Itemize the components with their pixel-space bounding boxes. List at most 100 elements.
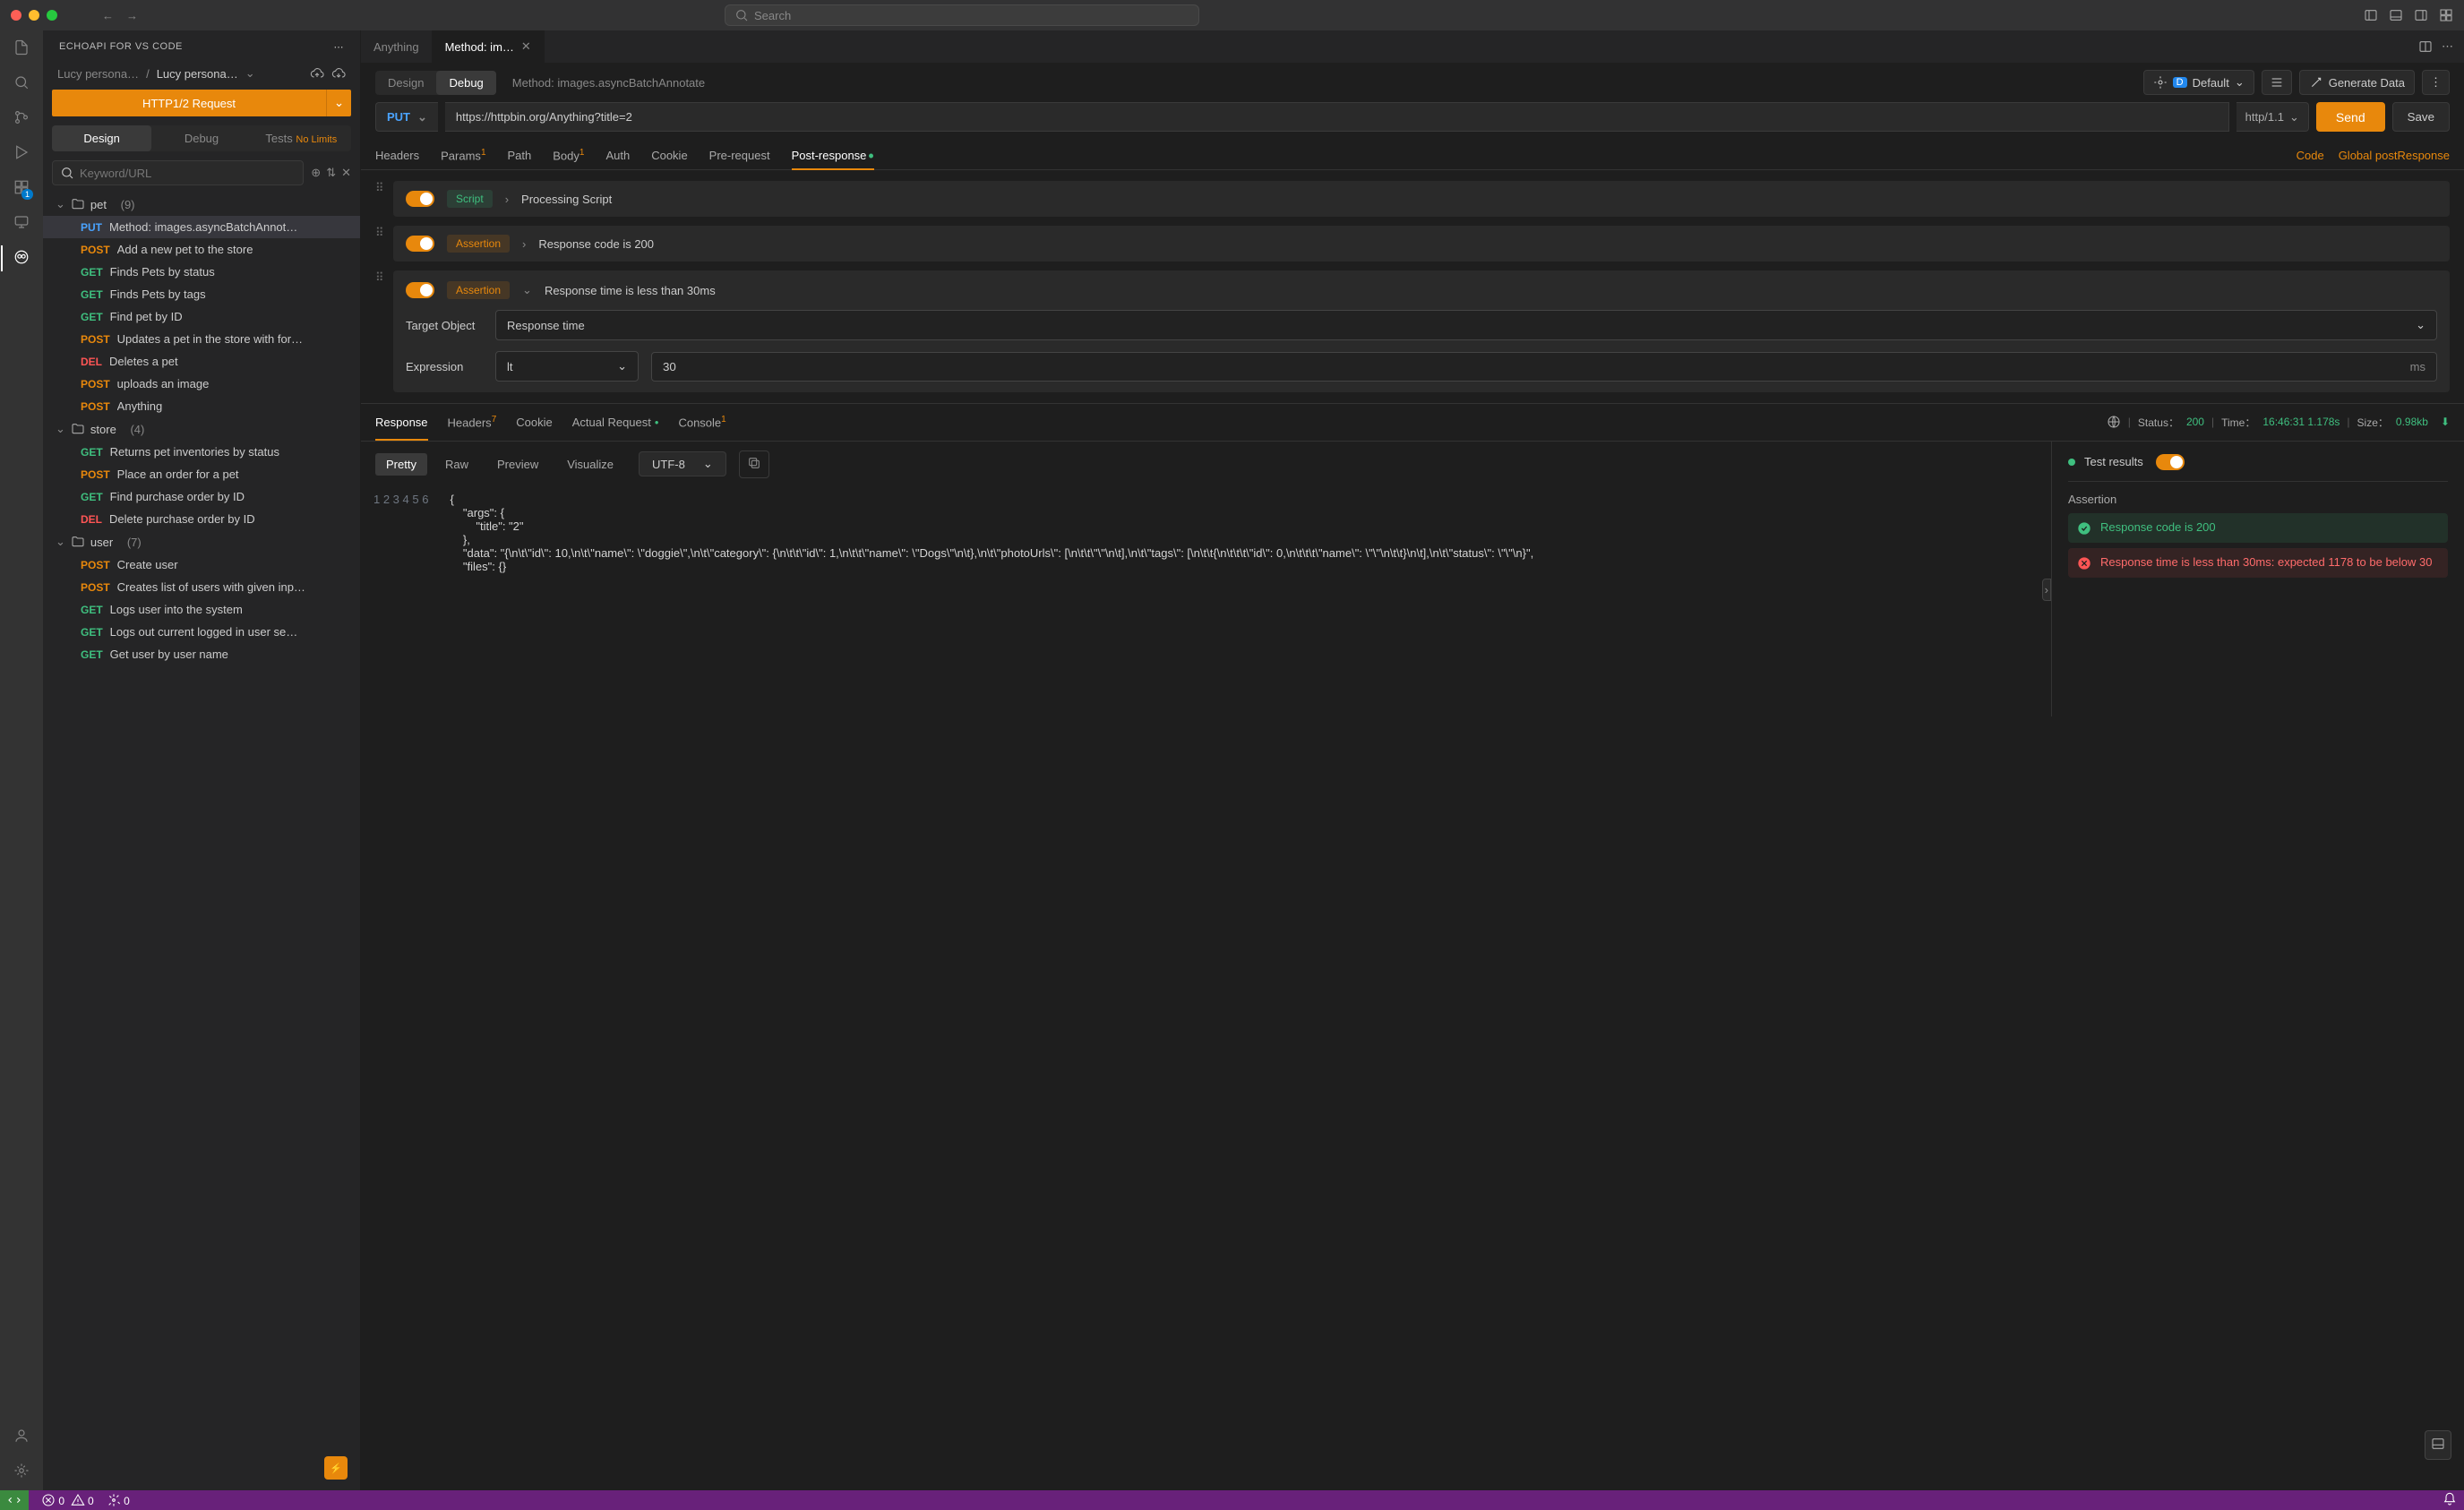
code-link[interactable]: Code: [2297, 149, 2324, 162]
remote-explorer-icon[interactable]: [13, 214, 30, 233]
resp-tab-console[interactable]: Console1: [678, 411, 725, 433]
test-results-toggle[interactable]: [2156, 454, 2185, 470]
tree-item[interactable]: GETGet user by user name: [43, 643, 360, 665]
tree-item[interactable]: POSTuploads an image: [43, 373, 360, 395]
tab-params[interactable]: Params1: [441, 141, 485, 169]
cloud-download-icon[interactable]: [331, 66, 346, 81]
editor-tab-method-im[interactable]: Method: im…✕: [433, 30, 545, 63]
layout-toggle-button[interactable]: [2425, 1430, 2451, 1460]
protocol-select[interactable]: http/1.1 ⌄: [2236, 102, 2309, 132]
resp-tab-cookie[interactable]: Cookie: [516, 412, 552, 433]
toggle-panel-right-icon[interactable]: [2414, 8, 2428, 22]
tree-folder-user[interactable]: ⌄ user (7): [43, 530, 360, 553]
tree-item[interactable]: POSTCreates list of users with given inp…: [43, 576, 360, 598]
toggle-panel-left-icon[interactable]: [2364, 8, 2378, 22]
sidebar-tab-debug[interactable]: Debug: [151, 125, 251, 151]
assertion-value-input[interactable]: [652, 353, 2400, 381]
tree-item[interactable]: GETFinds Pets by tags: [43, 283, 360, 305]
new-http-request-button[interactable]: HTTP1/2 Request: [52, 90, 326, 116]
globe-icon[interactable]: [2107, 415, 2121, 429]
processor-toggle[interactable]: [406, 236, 434, 252]
tab-post-response[interactable]: Post-response•: [792, 142, 874, 169]
command-center-search[interactable]: Search: [725, 4, 1199, 26]
environment-select[interactable]: D Default ⌄: [2143, 70, 2254, 95]
nav-back[interactable]: ←: [102, 9, 114, 22]
operator-select[interactable]: lt ⌄: [495, 351, 639, 382]
view-pretty[interactable]: Pretty: [375, 453, 427, 476]
url-input[interactable]: https://httpbin.org/Anything?title=2: [445, 102, 2229, 132]
notifications-icon[interactable]: [2443, 1492, 2457, 1509]
extensions-icon[interactable]: 1: [13, 179, 30, 198]
explorer-icon[interactable]: [13, 39, 30, 58]
sort-icon[interactable]: ⇅: [326, 166, 336, 180]
remote-indicator[interactable]: [0, 1490, 29, 1510]
editor-tab-anything[interactable]: Anything: [361, 30, 433, 63]
drag-handle-icon[interactable]: ⠿: [375, 270, 384, 285]
tree-item[interactable]: GETFind pet by ID: [43, 305, 360, 328]
toggle-panel-bottom-icon[interactable]: [2389, 8, 2403, 22]
collapse-all-icon[interactable]: ✕: [341, 166, 351, 180]
save-button[interactable]: Save: [2392, 102, 2450, 132]
customize-layout-icon[interactable]: [2439, 8, 2453, 22]
notification-badge[interactable]: ⚡: [324, 1456, 348, 1480]
encoding-select[interactable]: UTF-8⌄: [639, 451, 726, 476]
view-preview[interactable]: Preview: [486, 453, 549, 476]
tree-item[interactable]: POSTAdd a new pet to the store: [43, 238, 360, 261]
account-icon[interactable]: [13, 1428, 30, 1446]
tree-folder-store[interactable]: ⌄ store (4): [43, 417, 360, 441]
tree-item[interactable]: POSTPlace an order for a pet: [43, 463, 360, 485]
resp-tab-actual-request[interactable]: Actual Request•: [572, 412, 659, 433]
run-debug-icon[interactable]: [13, 144, 30, 163]
close-window[interactable]: [11, 10, 21, 21]
drag-handle-icon[interactable]: ⠿: [375, 181, 384, 195]
expand-results-handle[interactable]: ›: [2042, 579, 2051, 601]
mode-design[interactable]: Design: [375, 71, 436, 95]
list-button[interactable]: [2262, 70, 2292, 95]
breadcrumb-a[interactable]: Lucy persona…: [57, 67, 139, 81]
sidebar-more-icon[interactable]: ⋯: [334, 41, 345, 53]
http-method-select[interactable]: PUT ⌄: [375, 102, 438, 132]
tree-item[interactable]: POSTCreate user: [43, 553, 360, 576]
copy-response-icon[interactable]: [739, 450, 769, 478]
response-body-viewer[interactable]: 1 2 3 4 5 6 { "args": { "title": "2" }, …: [361, 487, 2051, 717]
chevron-right-icon[interactable]: ›: [522, 237, 526, 251]
split-editor-icon[interactable]: [2418, 39, 2433, 54]
tree-item[interactable]: GETFinds Pets by status: [43, 261, 360, 283]
tab-path[interactable]: Path: [508, 142, 532, 169]
send-button[interactable]: Send: [2316, 102, 2385, 132]
maximize-window[interactable]: [47, 10, 57, 21]
sidebar-tab-tests[interactable]: Tests No Limits: [252, 125, 351, 151]
global-post-response-link[interactable]: Global postResponse: [2339, 149, 2450, 162]
view-visualize[interactable]: Visualize: [556, 453, 624, 476]
resp-tab-response[interactable]: Response: [375, 412, 428, 433]
locate-icon[interactable]: ⊕: [311, 166, 321, 180]
ports-indicator[interactable]: 0: [107, 1493, 130, 1507]
tab-auth[interactable]: Auth: [605, 142, 630, 169]
nav-forward[interactable]: →: [126, 9, 138, 22]
tab-body[interactable]: Body1: [553, 141, 584, 169]
cloud-upload-icon[interactable]: [310, 66, 324, 81]
tab-cookie[interactable]: Cookie: [651, 142, 687, 169]
tree-item[interactable]: DELDelete purchase order by ID: [43, 508, 360, 530]
breadcrumb-b[interactable]: Lucy persona…: [157, 67, 238, 81]
resp-tab-headers[interactable]: Headers7: [448, 411, 497, 433]
processor-toggle[interactable]: [406, 191, 434, 207]
new-request-dropdown[interactable]: ⌄: [326, 90, 351, 116]
mode-debug[interactable]: Debug: [436, 71, 495, 95]
source-control-icon[interactable]: [13, 109, 30, 128]
generate-data-button[interactable]: Generate Data: [2299, 70, 2415, 95]
settings-gear-icon[interactable]: [13, 1463, 30, 1481]
tree-item[interactable]: POSTAnything: [43, 395, 360, 417]
search-activity-icon[interactable]: [13, 74, 30, 93]
sidebar-tab-design[interactable]: Design: [52, 125, 151, 151]
tree-folder-pet[interactable]: ⌄ pet (9): [43, 193, 360, 216]
editor-more-icon[interactable]: ⋯: [2442, 39, 2453, 54]
download-icon[interactable]: ⬇: [2441, 416, 2450, 428]
tree-item[interactable]: GETLogs out current logged in user se…: [43, 621, 360, 643]
echoapi-icon[interactable]: [13, 249, 30, 268]
tab-headers[interactable]: Headers: [375, 142, 419, 169]
more-actions-button[interactable]: ⋮: [2422, 70, 2450, 95]
sidebar-filter-input[interactable]: Keyword/URL: [52, 160, 304, 185]
tab-pre-request[interactable]: Pre-request: [709, 142, 770, 169]
tree-item[interactable]: POSTUpdates a pet in the store with for…: [43, 328, 360, 350]
